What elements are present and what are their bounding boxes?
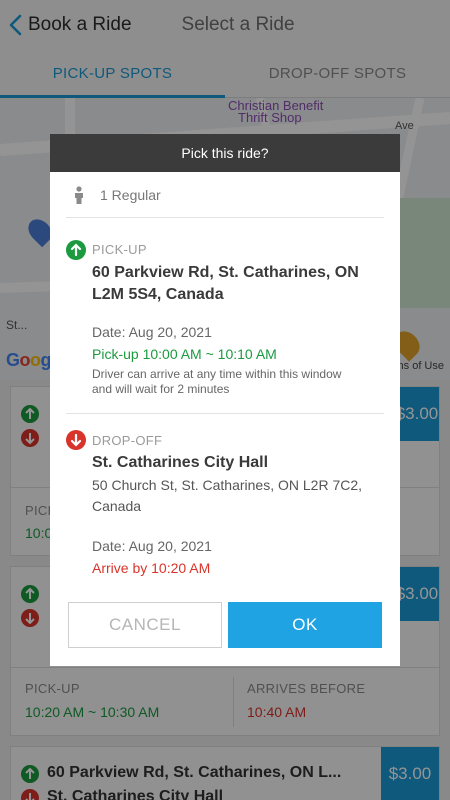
passenger-row: 1 Regular [66,172,384,218]
pickup-arrow-icon [66,240,86,260]
pickup-note: Driver can arrive at any time within thi… [92,367,342,396]
cancel-button[interactable]: CANCEL [68,602,222,648]
dropoff-section: DROP-OFF St. Catharines City Hall 50 Chu… [66,414,384,584]
dropoff-name: St. Catharines City Hall [92,454,269,471]
pickup-label: PICK-UP [92,242,147,257]
ok-button[interactable]: OK [228,602,382,648]
pickup-date: Date: Aug 20, 2021 [92,324,212,340]
passenger-count: 1 Regular [100,186,161,203]
confirm-ride-dialog: Pick this ride? 1 Regular PICK-UP 60 Par… [50,134,400,666]
pickup-address-line1: 60 Parkview Rd, St. Catharines, ON [92,264,359,281]
dropoff-address: 50 Church St, St. Catharines, ON L2R 7C2… [92,477,363,514]
dropoff-date: Date: Aug 20, 2021 [92,538,212,554]
pickup-address-line2: L2M 5S4, Canada [92,286,224,303]
dropoff-arrow-icon [66,430,86,450]
dropoff-arrive-by: Arrive by 10:20 AM [92,560,211,576]
person-icon [75,185,83,204]
pickup-window: Pick-up 10:00 AM ~ 10:10 AM [92,346,277,362]
pickup-section: PICK-UP 60 Parkview Rd, St. Catharines, … [66,218,384,414]
dropoff-label: DROP-OFF [92,433,163,448]
dialog-title: Pick this ride? [50,134,400,172]
